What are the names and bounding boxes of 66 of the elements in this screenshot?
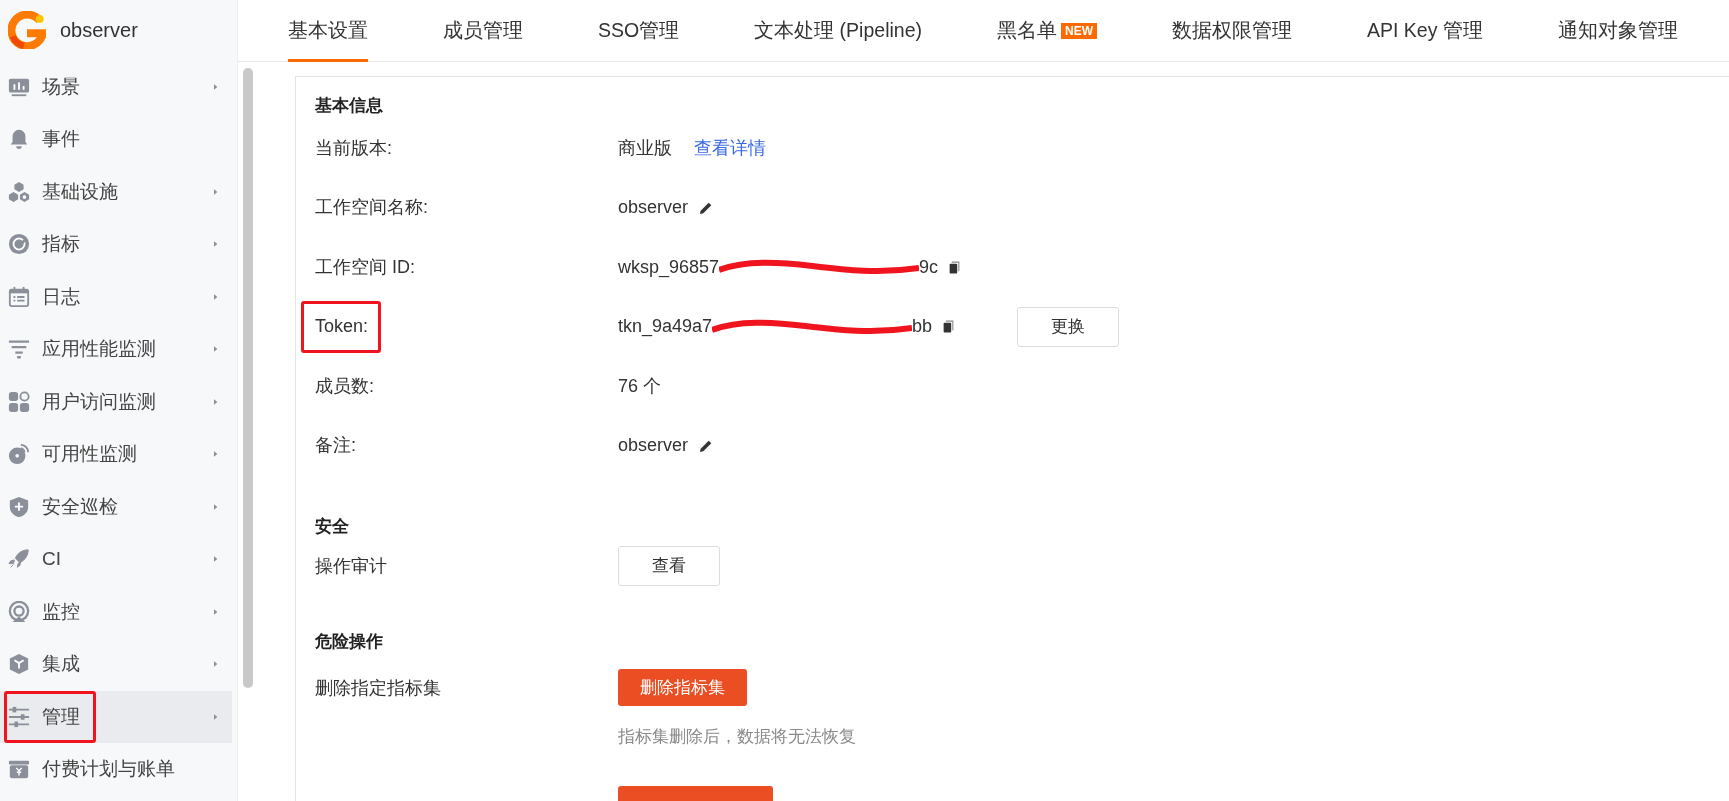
field-value: 商业版: [618, 136, 672, 160]
satellite-icon: [8, 443, 30, 466]
sidebar-item[interactable]: 场景: [0, 61, 232, 113]
sliders-icon: [8, 705, 30, 728]
sidebar-item[interactable]: 监控: [0, 586, 232, 638]
sidebar-item[interactable]: 日志: [0, 271, 232, 323]
sidebar-item[interactable]: 安全巡检: [0, 481, 232, 533]
app-name: observer: [60, 18, 138, 43]
field-value: bb: [912, 315, 933, 339]
field-label: 备注:: [315, 435, 356, 456]
field-label: 操作审计: [315, 555, 387, 576]
filter-icon: [8, 338, 30, 361]
sidebar-item[interactable]: 用户访问监测: [0, 376, 232, 428]
target-icon: [8, 233, 30, 256]
field-label: 删除指定指标集: [315, 677, 441, 698]
field-value: observer: [618, 196, 689, 220]
logo-icon: [8, 11, 46, 49]
tab[interactable]: 成员管理: [443, 0, 548, 62]
section-heading: 安全: [315, 515, 350, 538]
shield-icon: [8, 495, 30, 518]
sidebar-item[interactable]: 基础设施: [0, 166, 232, 218]
sidebar-item[interactable]: 可用性监测: [0, 428, 232, 480]
apps-icon: [8, 390, 30, 413]
calendar-icon: [8, 285, 30, 308]
copy-icon[interactable]: [948, 259, 962, 275]
copy-icon[interactable]: [942, 319, 956, 335]
tab[interactable]: 文本处理 (Pipeline): [754, 0, 947, 62]
sidebar-item[interactable]: CI: [0, 533, 232, 585]
sidebar-item[interactable]: 指标: [0, 218, 232, 270]
tab[interactable]: 黑名单 NEW: [997, 0, 1122, 62]
sidebar-item[interactable]: 集成: [0, 638, 232, 690]
view-button[interactable]: 查看: [618, 546, 720, 586]
field-value: wksp_96857: [618, 255, 720, 280]
field-label: 工作空间 ID:: [315, 256, 415, 277]
tab[interactable]: 数据权限管理: [1172, 0, 1317, 62]
hexagons-icon: [8, 180, 30, 203]
tab[interactable]: SSO管理: [598, 0, 705, 62]
rocket-icon: [8, 548, 30, 571]
sidebar-item[interactable]: 应用性能监测: [0, 323, 232, 375]
field-label: 成员数:: [315, 375, 374, 396]
tab[interactable]: API Key 管理: [1367, 0, 1508, 62]
field-label: 工作空间名称:: [315, 197, 428, 218]
field-label: 当前版本:: [315, 137, 392, 158]
field-value: observer: [618, 434, 689, 458]
scrollbar[interactable]: [243, 68, 253, 688]
details-link[interactable]: 查看详情: [694, 134, 766, 162]
delete-button[interactable]: [618, 785, 773, 801]
field-value: 9c: [919, 255, 939, 279]
section-heading: 基本信息: [315, 95, 384, 117]
wallet-icon: [8, 758, 30, 781]
sidebar-item[interactable]: 事件: [0, 113, 232, 165]
new-badge: NEW: [1061, 22, 1097, 39]
section-heading: 危险操作: [315, 631, 384, 653]
sidebar-item[interactable]: 付费计划与账单: [0, 743, 232, 795]
replace-button[interactable]: 更换: [1017, 307, 1120, 347]
field-value: 76 个: [618, 374, 662, 398]
delete-button[interactable]: 删除指标集: [618, 668, 747, 706]
hint-text: 指标集删除后，数据将无法恢复: [618, 726, 856, 748]
tab[interactable]: 通知对象管理: [1557, 0, 1703, 62]
radar-icon: [8, 600, 30, 623]
field-value: tkn_9a49a7: [618, 315, 713, 339]
tab[interactable]: 基本设置: [288, 0, 368, 62]
cube-icon: [8, 653, 30, 676]
field-label: Token:: [315, 316, 369, 337]
bell-icon: [8, 128, 30, 151]
sidebar-item[interactable]: 管理: [0, 691, 232, 743]
